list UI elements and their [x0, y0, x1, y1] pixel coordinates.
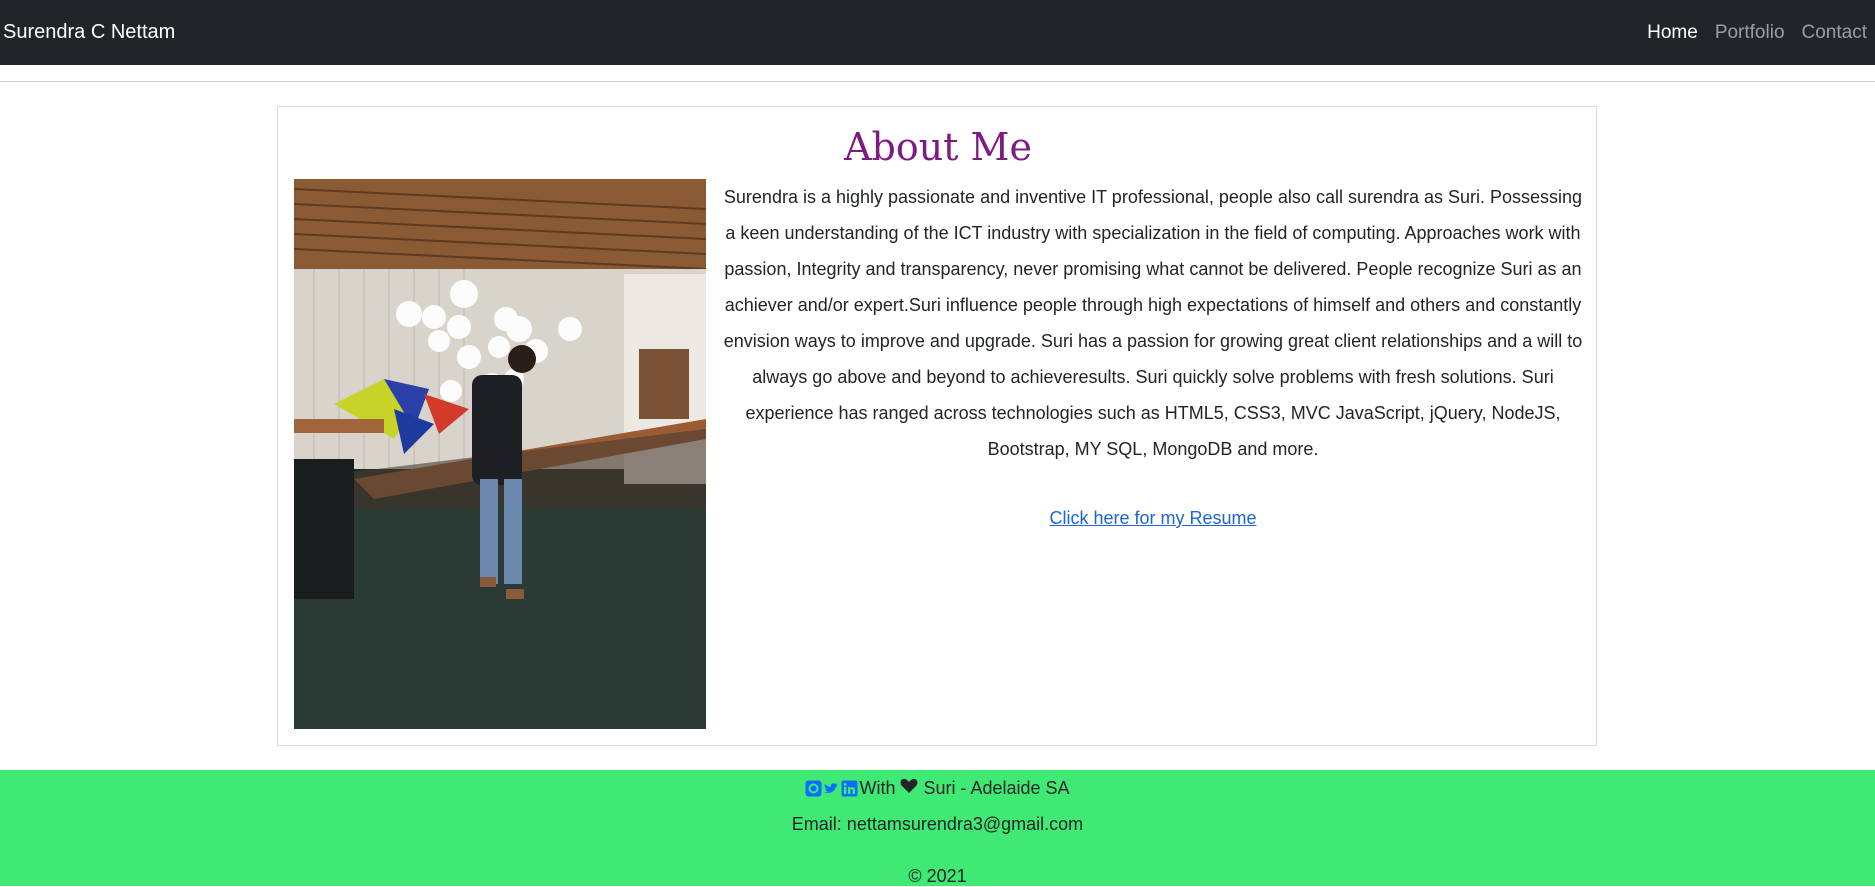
divider	[0, 81, 1875, 82]
nav-contact-link[interactable]: Contact	[1802, 22, 1867, 44]
github-icon[interactable]	[805, 780, 822, 797]
nav-links: Home Portfolio Contact	[1647, 22, 1867, 44]
twitter-icon[interactable]	[823, 780, 840, 797]
about-card: About Me Surendra is a highly passionate…	[277, 106, 1597, 746]
footer-copyright: © 2021	[908, 866, 967, 886]
footer-credit-row: With Suri - Adelaide SA	[0, 778, 1875, 799]
profile-photo	[294, 179, 706, 729]
with-text: With	[859, 778, 896, 798]
about-bio: Surendra is a highly passionate and inve…	[723, 187, 1583, 459]
nav-portfolio-link[interactable]: Portfolio	[1715, 22, 1785, 44]
footer-email: Email: nettamsurendra3@gmail.com	[791, 814, 1084, 834]
social-links	[805, 780, 858, 797]
navbar: Surendra C Nettam Home Portfolio Contact	[0, 0, 1875, 65]
nav-home-link[interactable]: Home	[1647, 22, 1698, 44]
heart-icon	[900, 778, 918, 799]
linkedin-icon[interactable]	[841, 780, 858, 797]
brand-link[interactable]: Surendra C Nettam	[3, 21, 175, 44]
resume-link[interactable]: Click here for my Resume	[723, 508, 1583, 529]
credit-text: Suri - Adelaide SA	[923, 778, 1070, 798]
footer: With Suri - Adelaide SA Email: nettamsur…	[0, 770, 1875, 886]
about-title: About Me	[844, 125, 1032, 169]
